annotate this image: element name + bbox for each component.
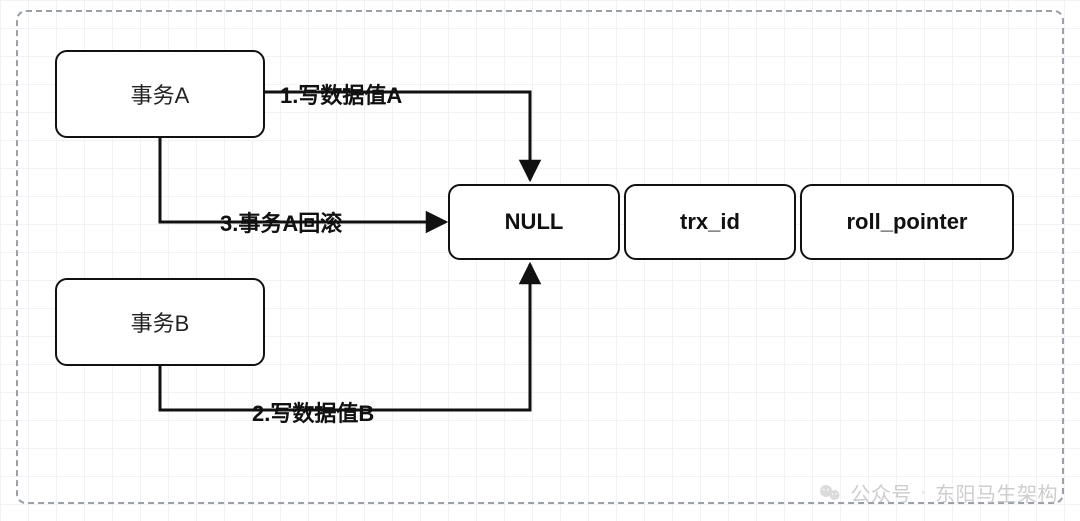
watermark-name: 东阳马生架构 [935,478,1058,507]
row-cell-rollpointer: roll_pointer [800,184,1014,260]
row-cell-value: NULL [448,184,620,260]
row-cell-value-text: NULL [505,209,564,235]
node-transaction-a: 事务A [55,50,265,138]
watermark-separator: · [920,481,927,504]
wechat-icon [818,481,842,505]
node-transaction-b: 事务B [55,278,265,366]
node-transaction-b-label: 事务B [131,306,190,338]
watermark: 公众号 · 东阳马生架构 [818,478,1058,507]
edge-label-3: 3.事务A回滚 [220,206,342,238]
row-cell-trxid-text: trx_id [680,209,740,235]
edge-label-2: 2.写数据值B [252,396,374,428]
edge-label-1: 1.写数据值A [280,78,402,110]
watermark-prefix: 公众号 [850,478,912,507]
row-cell-rollpointer-text: roll_pointer [846,209,967,235]
row-cell-trxid: trx_id [624,184,796,260]
node-transaction-a-label: 事务A [131,78,190,110]
